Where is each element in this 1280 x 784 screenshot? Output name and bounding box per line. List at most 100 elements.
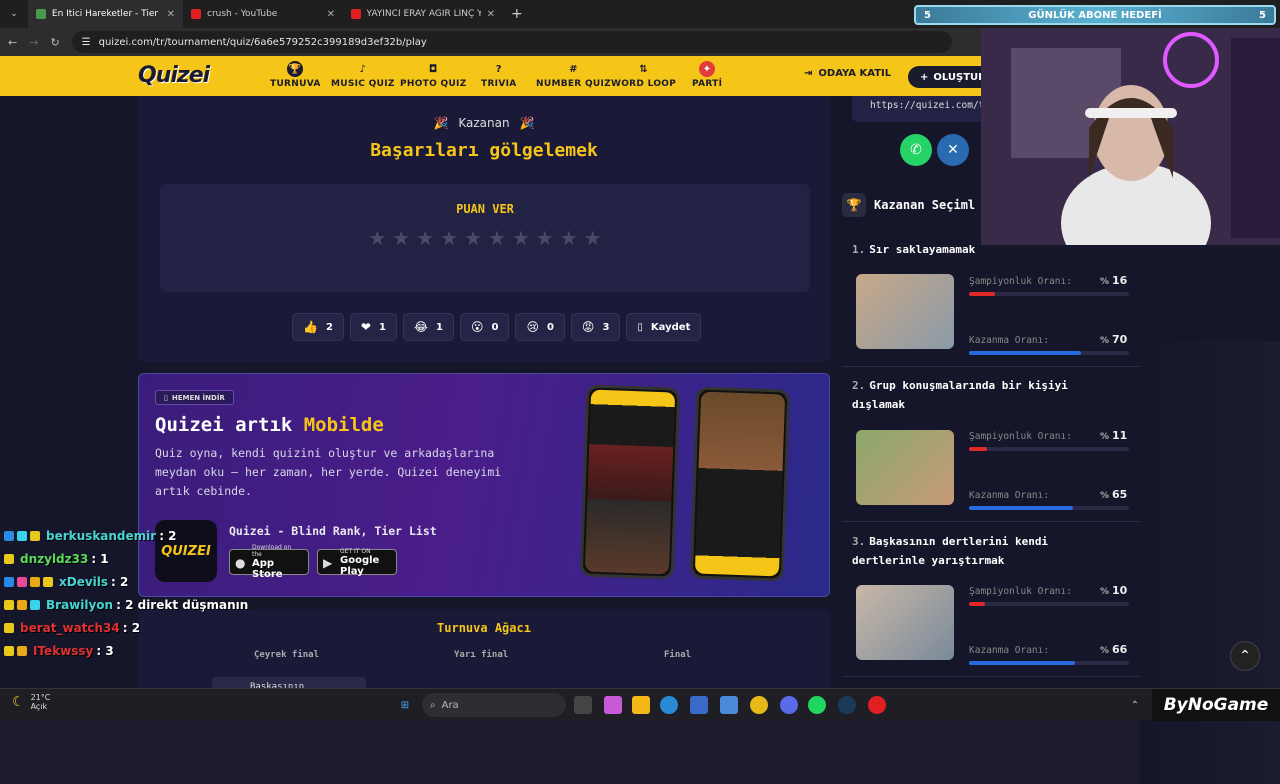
star-icon[interactable]: ★ [368, 226, 386, 250]
chevron-up-icon[interactable]: ⌃ [1126, 696, 1144, 714]
goal-title: GÜNLÜK ABONE HEDEFİ [1028, 9, 1162, 21]
bookmark-icon: ▯ [637, 321, 643, 333]
chat-text: : 3 [96, 643, 114, 658]
champion-rate-bar [969, 447, 1129, 451]
quizei-logo[interactable]: Quizei [138, 63, 210, 88]
moon-icon: ☾ [12, 694, 25, 710]
nav-turnuva[interactable]: 🏆 TURNUVA [270, 61, 321, 89]
chat-badge-icon [17, 599, 27, 610]
spotify-icon[interactable] [808, 696, 826, 714]
star-rating[interactable]: ★ ★ ★ ★ ★ ★ ★ ★ ★ ★ [160, 226, 810, 250]
join-room-button[interactable]: ⇥ ODAYA KATIL [804, 68, 891, 79]
nav-label: TRIVIA [481, 79, 517, 89]
star-icon[interactable]: ★ [488, 226, 506, 250]
reaction-button[interactable]: 😂 1 [402, 313, 454, 341]
phone-icon: ▯ [164, 393, 168, 402]
task-view-icon[interactable] [574, 696, 592, 714]
reaction-count: 2 [325, 321, 333, 333]
search-placeholder: Ara [441, 699, 459, 711]
nav-photo-quiz[interactable]: ◘ PHOTO QUIZ [400, 61, 467, 90]
chrome-icon[interactable] [750, 696, 768, 714]
candidate-rank: 3. [852, 535, 866, 548]
nav-trivia[interactable]: ? TRIVIA [481, 61, 517, 90]
new-tab-button[interactable]: + [503, 0, 531, 28]
party-popper-icon: 🎉 [433, 116, 449, 130]
champion-rate-number: 16 [1112, 274, 1128, 287]
login-icon: ⇥ [804, 68, 813, 79]
star-icon[interactable]: ★ [512, 226, 530, 250]
reaction-button[interactable]: 👍 2 [292, 313, 344, 341]
close-icon[interactable]: ✕ [327, 9, 335, 20]
steam-icon[interactable] [838, 696, 856, 714]
winner-title: Başarıları gölgelemek [370, 140, 598, 161]
taskbar-search[interactable]: ⌕ Ara [422, 693, 566, 717]
win-rate-bar [969, 351, 1129, 355]
candidate-rank: 2. [852, 379, 866, 392]
music-icon: ♪ [359, 63, 367, 75]
chat-message: ITekwssy: 3 [0, 639, 430, 662]
star-icon[interactable]: ★ [584, 226, 602, 250]
tab-list-button[interactable]: ⌄ [0, 0, 28, 28]
weather-text: 21°C Açık [31, 693, 51, 711]
save-button[interactable]: ▯ Kaydet [626, 313, 702, 341]
close-icon[interactable]: ✕ [167, 9, 175, 20]
win-rate-number: 66 [1112, 643, 1128, 656]
reaction-button[interactable]: 😮 0 [459, 313, 510, 341]
mobile-title-prefix: Quizei artık [155, 414, 304, 436]
share-url-field[interactable]: https://quizei.com/t [852, 96, 1002, 122]
whatsapp-share-button[interactable]: ✆ [900, 134, 932, 166]
star-icon[interactable]: ★ [440, 226, 458, 250]
file-explorer-icon[interactable] [632, 696, 650, 714]
site-info-icon[interactable]: ☰ [82, 37, 91, 48]
browser-tab-1[interactable]: En İtici Hareketler - Tier List, Kö... ✕ [28, 0, 183, 28]
phone-mockup-left [579, 384, 681, 580]
hash-icon: # [569, 63, 578, 75]
reaction-emoji-icon: 😮 [470, 320, 484, 334]
trophy-icon: 🏆 [842, 193, 866, 217]
scroll-to-top-button[interactable]: ⌃ [1230, 641, 1260, 671]
win-rate-fill [969, 661, 1075, 665]
reload-icon[interactable]: ↻ [50, 36, 59, 49]
chat-badge-icon [4, 530, 14, 541]
edge-icon[interactable] [660, 696, 678, 714]
sort-icon: ⇅ [639, 63, 648, 75]
star-icon[interactable]: ★ [536, 226, 554, 250]
reaction-emoji-icon: 😢 [526, 320, 539, 334]
nav-number-quiz[interactable]: # NUMBER QUIZ [536, 61, 612, 90]
reaction-button[interactable]: 😢 0 [515, 313, 565, 341]
reaction-button[interactable]: ❤ 1 [349, 313, 397, 341]
copilot-icon[interactable] [604, 696, 622, 714]
champion-rate-fill [969, 292, 995, 296]
star-icon[interactable]: ★ [560, 226, 578, 250]
outlook-icon[interactable] [720, 696, 738, 714]
nav-parti[interactable]: ✦ PARTİ [692, 61, 722, 89]
chevron-down-icon: ⌄ [10, 9, 18, 19]
discord-icon[interactable] [780, 696, 798, 714]
nav-label: NUMBER QUIZ [536, 79, 612, 89]
x-share-button[interactable]: ✕ [937, 134, 969, 166]
reaction-count: 3 [602, 321, 610, 333]
win-rate-label: Kazanma Oranı: [969, 645, 1050, 656]
browser-tab-3[interactable]: YAYINCI ERAY AĞIR LİNÇ YEDİ ✕ [343, 0, 503, 28]
close-icon[interactable]: ✕ [487, 9, 495, 20]
back-icon[interactable]: ← [8, 36, 17, 49]
browser-tab-2[interactable]: crush - YouTube ✕ [183, 0, 343, 28]
store-icon[interactable] [690, 696, 708, 714]
weather-widget[interactable]: ☾ 21°C Açık [12, 693, 50, 711]
forward-icon[interactable]: → [29, 36, 38, 49]
champion-rate-bar [969, 602, 1129, 606]
obs-icon[interactable] [868, 696, 886, 714]
download-pill[interactable]: ▯ HEMEN İNDİR [155, 390, 234, 405]
reaction-emoji-icon: 👍 [303, 320, 318, 334]
windows-start-icon[interactable]: ⊞ [396, 696, 414, 714]
webcam-overlay [981, 28, 1280, 245]
reaction-button[interactable]: 😡 3 [570, 313, 621, 341]
star-icon[interactable]: ★ [392, 226, 410, 250]
url-bar[interactable]: ☰ quizei.com/tr/tournament/quiz/6a6e5792… [71, 31, 952, 53]
nav-music-quiz[interactable]: ♪ MUSIC QUIZ [331, 61, 395, 90]
star-icon[interactable]: ★ [416, 226, 434, 250]
champion-rate-label: Şampiyonluk Oranı: [969, 586, 1072, 597]
star-icon[interactable]: ★ [464, 226, 482, 250]
reaction-count: 0 [491, 321, 499, 333]
nav-word-loop[interactable]: ⇅ WORD LOOP [611, 61, 676, 90]
